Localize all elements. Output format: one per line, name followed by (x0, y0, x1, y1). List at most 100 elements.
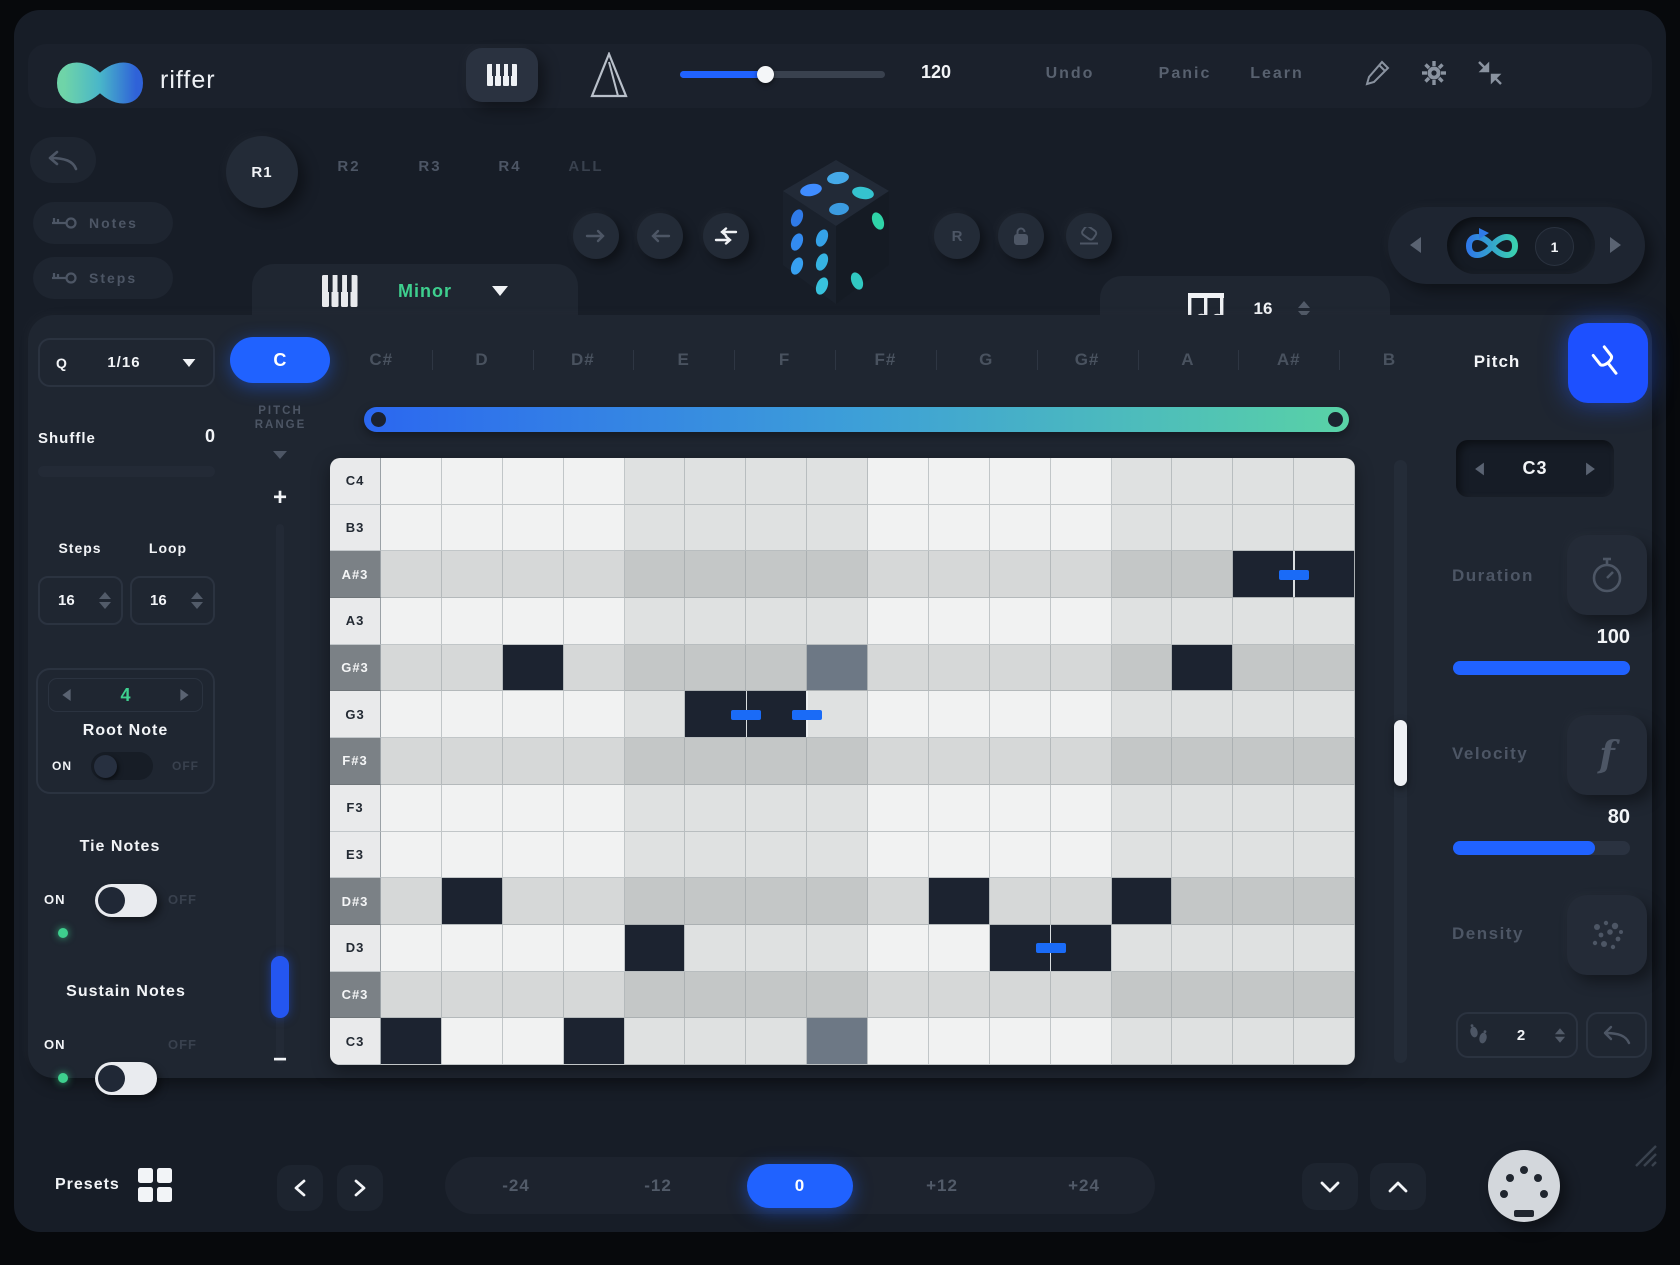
riff-tab-r3[interactable]: R3 (400, 158, 460, 186)
grid-cell[interactable] (564, 505, 625, 552)
grid-cell[interactable] (746, 645, 807, 692)
grid-cell[interactable] (1172, 458, 1233, 505)
menu-item-undo[interactable]: Undo (1030, 65, 1110, 83)
grid-cell[interactable] (929, 972, 990, 1019)
grid-cell[interactable] (746, 878, 807, 925)
grid-cell[interactable] (1172, 505, 1233, 552)
presets-grid-icon[interactable] (138, 1168, 174, 1204)
velocity-slider[interactable] (1453, 841, 1630, 855)
grid-cell[interactable] (1112, 691, 1173, 738)
grid-cell[interactable] (990, 832, 1051, 879)
grid-cell[interactable] (564, 785, 625, 832)
grid-cell[interactable] (990, 551, 1051, 598)
grid-cell[interactable] (746, 972, 807, 1019)
transpose-option-m12[interactable]: -12 (587, 1157, 729, 1214)
grid-cell[interactable] (503, 972, 564, 1019)
grid-cell[interactable] (990, 972, 1051, 1019)
note-cell[interactable] (929, 878, 989, 924)
grid-cell[interactable] (1051, 738, 1112, 785)
grid-cell[interactable] (1112, 832, 1173, 879)
scale-key-f[interactable]: F (734, 337, 835, 383)
menu-item-panic[interactable]: Panic (1145, 65, 1225, 83)
grid-cell[interactable] (1294, 505, 1355, 552)
menu-item-learn[interactable]: Learn (1237, 65, 1317, 83)
scale-key-as[interactable]: A# (1238, 337, 1339, 383)
grid-cell[interactable] (1233, 691, 1294, 738)
grid-cell[interactable] (564, 598, 625, 645)
pitch-range-slider[interactable] (364, 407, 1349, 432)
grid-cell[interactable] (625, 832, 686, 879)
grid-cell[interactable] (990, 645, 1051, 692)
grid-cell[interactable] (503, 785, 564, 832)
grid-cell[interactable] (868, 878, 929, 925)
grid-cell[interactable] (625, 505, 686, 552)
grid-cell[interactable] (1051, 878, 1112, 925)
grid-cell[interactable] (625, 1018, 686, 1065)
grid-cell[interactable] (685, 785, 746, 832)
scale-mode-value[interactable]: Minor (398, 281, 452, 302)
grid-cell[interactable] (381, 925, 442, 972)
ghost-cell[interactable] (807, 1018, 867, 1064)
tempo-slider-thumb[interactable] (757, 66, 774, 83)
grid-cell[interactable] (685, 598, 746, 645)
grid-cell[interactable] (990, 691, 1051, 738)
grid-cell[interactable] (503, 691, 564, 738)
grid-cell[interactable] (929, 832, 990, 879)
grid-cell[interactable] (746, 505, 807, 552)
grid-cell[interactable] (807, 832, 868, 879)
grid-cell[interactable] (442, 738, 503, 785)
grid-cell[interactable] (746, 1018, 807, 1065)
grid-cell[interactable] (381, 691, 442, 738)
grid-cell[interactable] (442, 972, 503, 1019)
grid-cell[interactable] (929, 551, 990, 598)
grid-cell[interactable] (1233, 738, 1294, 785)
grid-cell[interactable] (990, 458, 1051, 505)
velocity-marker[interactable] (1279, 570, 1309, 580)
preset-prev-button[interactable] (277, 1165, 323, 1211)
grid-cell[interactable] (381, 832, 442, 879)
density-mode-button[interactable] (1567, 895, 1647, 975)
pitch-range-high-knob[interactable] (1328, 412, 1343, 427)
grid-cell[interactable] (807, 551, 868, 598)
resize-grip[interactable] (1630, 1140, 1658, 1173)
shift-left-button[interactable] (637, 213, 683, 259)
metronome-icon[interactable] (588, 52, 630, 103)
grid-cell[interactable] (990, 738, 1051, 785)
tie-notes-toggle[interactable] (95, 884, 157, 917)
grid-cell[interactable] (564, 738, 625, 785)
grid-cell[interactable] (807, 925, 868, 972)
pitch-range-caret[interactable] (273, 451, 287, 459)
grid-cell[interactable] (1172, 972, 1233, 1019)
grid-cell[interactable] (868, 645, 929, 692)
note-next-arrow[interactable] (1586, 462, 1595, 475)
grid-cell[interactable] (625, 645, 686, 692)
grid-cell[interactable] (1172, 878, 1233, 925)
grid-cell[interactable] (1233, 832, 1294, 879)
grid-cell[interactable] (1112, 505, 1173, 552)
grid-cell[interactable] (1294, 972, 1355, 1019)
grid-cell[interactable] (1233, 972, 1294, 1019)
grid-cell[interactable] (685, 878, 746, 925)
selected-key-pill[interactable]: C (230, 337, 330, 383)
grid-cell[interactable] (442, 925, 503, 972)
pitch-range-vertical-thumb[interactable] (271, 956, 289, 1018)
grid-cell[interactable] (442, 551, 503, 598)
pitch-range-minus-button[interactable]: − (266, 1046, 294, 1074)
grid-cell[interactable] (746, 925, 807, 972)
grid-cell[interactable] (564, 925, 625, 972)
grid-cell[interactable] (685, 551, 746, 598)
grid-cell[interactable] (1172, 738, 1233, 785)
riff-tab-r4[interactable]: R4 (480, 158, 540, 186)
grid-cell[interactable] (807, 505, 868, 552)
scale-key-ds[interactable]: D# (532, 337, 633, 383)
note-cell[interactable] (1112, 878, 1172, 924)
grid-cell[interactable] (1172, 785, 1233, 832)
transpose-option-m24[interactable]: -24 (445, 1157, 587, 1214)
grid-cell[interactable] (1172, 551, 1233, 598)
grid-cell[interactable] (625, 598, 686, 645)
grid-cell[interactable] (929, 925, 990, 972)
transpose-selected-pill[interactable]: 0 (747, 1164, 853, 1208)
shuffle-value[interactable]: 0 (150, 426, 215, 447)
scale-key-cs[interactable]: C# (331, 337, 432, 383)
density-stride-stepper[interactable]: 2 (1456, 1012, 1578, 1058)
